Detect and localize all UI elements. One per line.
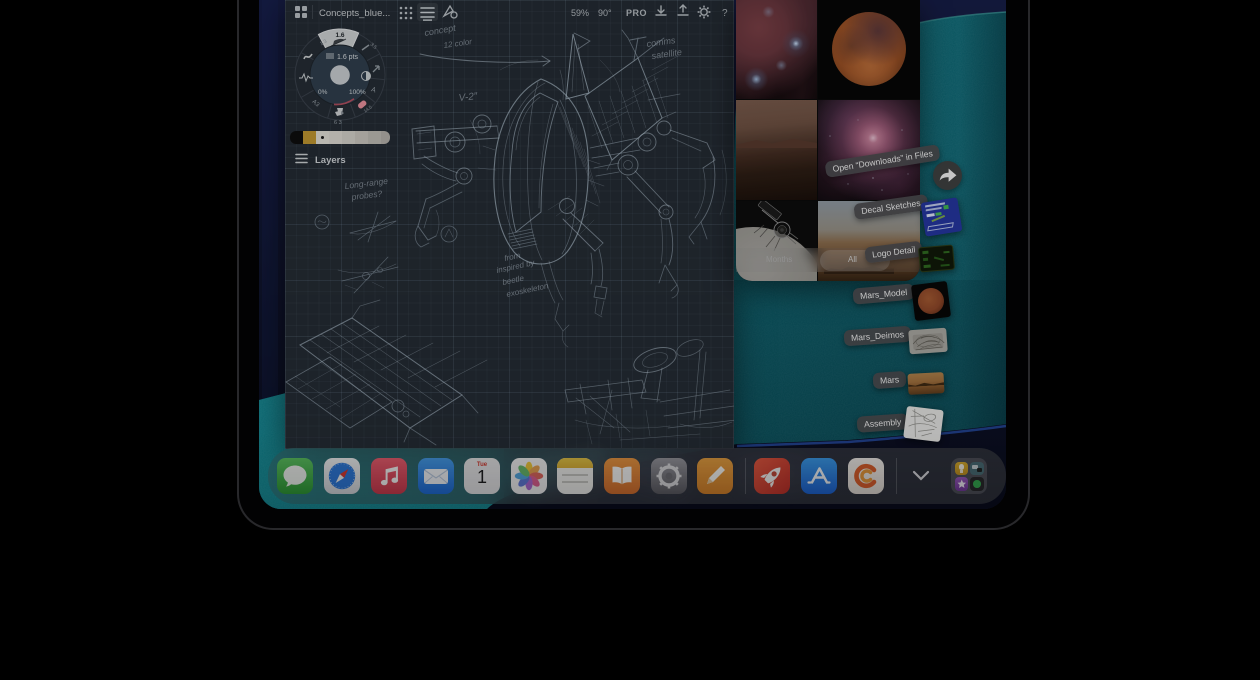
svg-text:90°: 90° xyxy=(598,8,612,18)
svg-text:beetle: beetle xyxy=(502,274,526,287)
svg-text:59%: 59% xyxy=(571,8,589,18)
svg-text:comms: comms xyxy=(646,35,677,49)
svg-text:V-2″: V-2″ xyxy=(458,91,478,104)
svg-text:?: ? xyxy=(722,8,728,19)
svg-text:100%: 100% xyxy=(349,89,366,96)
svg-text:Layers: Layers xyxy=(315,155,346,166)
svg-text:1.6 pts: 1.6 pts xyxy=(337,54,359,61)
svg-text:6 3: 6 3 xyxy=(334,120,342,125)
svg-text:Long-range: Long-range xyxy=(344,176,389,191)
svg-text:PRO: PRO xyxy=(626,8,647,18)
svg-text:satellite: satellite xyxy=(651,47,683,61)
svg-text:Concepts_blue...: Concepts_blue... xyxy=(319,8,390,19)
svg-text:probes?: probes? xyxy=(350,188,383,202)
svg-text:12 color: 12 color xyxy=(443,37,473,50)
svg-text:1.6: 1.6 xyxy=(335,32,344,39)
svg-text:0%: 0% xyxy=(318,89,328,96)
svg-text:concept: concept xyxy=(424,23,457,38)
